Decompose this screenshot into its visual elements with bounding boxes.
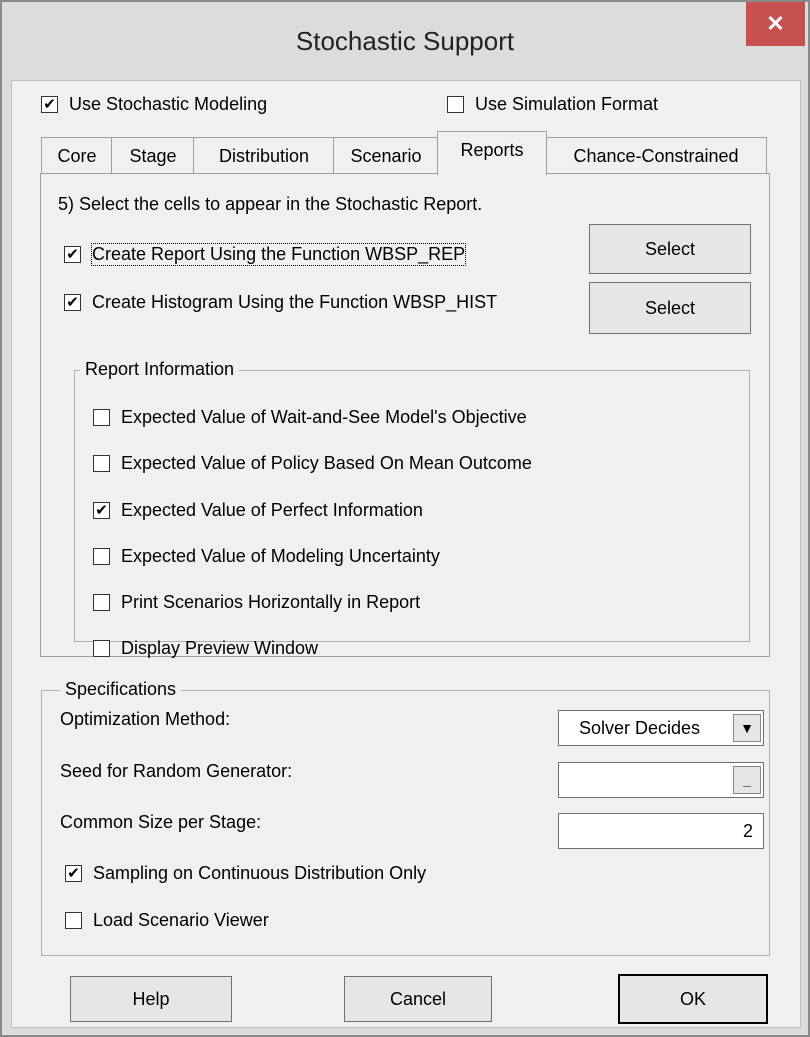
report-info-checkbox[interactable] <box>93 409 110 426</box>
report-info-label: Expected Value of Wait-and-See Model's O… <box>121 407 527 427</box>
use-simulation-option[interactable]: Use Simulation Format <box>447 94 747 118</box>
check-icon: ✔ <box>43 96 56 113</box>
reports-instruction: 5) Select the cells to appear in the Sto… <box>58 194 483 214</box>
close-button[interactable]: ✕ <box>746 2 805 46</box>
seed-input[interactable]: _ <box>558 762 764 798</box>
seed-label: Seed for Random Generator: <box>60 761 293 781</box>
use-stochastic-checkbox[interactable]: ✔ <box>41 96 58 113</box>
use-stochastic-label: Use Stochastic Modeling <box>69 94 268 114</box>
sampling-label: Sampling on Continuous Distribution Only <box>93 863 427 883</box>
sampling-checkbox[interactable]: ✔ <box>65 865 82 882</box>
ok-button[interactable]: OK <box>618 974 768 1024</box>
check-icon: ✔ <box>66 294 79 311</box>
help-button[interactable]: Help <box>70 976 232 1022</box>
optimization-method-value: Solver Decides <box>579 718 701 738</box>
chevron-down-icon[interactable]: ▼ <box>733 714 761 742</box>
specifications-legend: Specifications <box>60 679 182 700</box>
dialog-client-area: ✔ Use Stochastic Modeling Use Simulation… <box>11 80 801 1028</box>
common-size-label: Common Size per Stage: <box>60 812 262 832</box>
tab-core[interactable]: Core <box>41 137 113 174</box>
report-info-item[interactable]: Expected Value of Policy Based On Mean O… <box>93 453 713 477</box>
stochastic-support-dialog: Stochastic Support ✕ ✔ Use Stochastic Mo… <box>0 0 810 1037</box>
report-info-label: Expected Value of Policy Based On Mean O… <box>121 453 532 473</box>
report-info-checkbox[interactable] <box>93 594 110 611</box>
tab-reports[interactable]: Reports <box>437 131 547 175</box>
check-icon: ✔ <box>67 865 80 882</box>
load-viewer-option[interactable]: Load Scenario Viewer <box>65 910 565 934</box>
optimization-method-select[interactable]: Solver Decides ▼ <box>558 710 764 746</box>
close-icon: ✕ <box>766 11 785 36</box>
report-info-item[interactable]: Print Scenarios Horizontally in Report <box>93 592 713 616</box>
common-size-input[interactable]: 2 <box>558 813 764 849</box>
report-info-label: Print Scenarios Horizontally in Report <box>121 592 421 612</box>
report-info-label: Expected Value of Modeling Uncertainty <box>121 546 440 566</box>
report-info-item[interactable]: Expected Value of Wait-and-See Model's O… <box>93 407 713 431</box>
create-report-checkbox[interactable]: ✔ <box>64 246 81 263</box>
tab-distribution[interactable]: Distribution <box>193 137 335 174</box>
check-icon: ✔ <box>95 502 108 519</box>
common-size-value: 2 <box>742 821 753 841</box>
create-report-option[interactable]: ✔ Create Report Using the Function WBSP_… <box>64 243 524 268</box>
create-histogram-option[interactable]: ✔ Create Histogram Using the Function WB… <box>64 292 544 316</box>
sampling-option[interactable]: ✔ Sampling on Continuous Distribution On… <box>65 863 565 887</box>
report-information-group: Report Information Expected Value of Wai… <box>74 359 750 658</box>
reports-tab-panel: 5) Select the cells to appear in the Sto… <box>40 173 770 658</box>
report-info-checkbox[interactable] <box>93 548 110 565</box>
select-report-cells-button[interactable]: Select <box>589 224 751 274</box>
report-info-label: Display Preview Window <box>121 638 319 658</box>
use-simulation-label: Use Simulation Format <box>475 94 659 114</box>
tab-scenario[interactable]: Scenario <box>333 137 439 174</box>
title-bar[interactable]: Stochastic Support ✕ <box>2 2 808 80</box>
load-viewer-checkbox[interactable] <box>65 912 82 929</box>
use-simulation-checkbox[interactable] <box>447 96 464 113</box>
tab-stage[interactable]: Stage <box>111 137 195 174</box>
seed-browse-button[interactable]: _ <box>733 766 761 794</box>
tab-chance-constrained[interactable]: Chance-Constrained <box>545 137 767 174</box>
create-histogram-label: Create Histogram Using the Function WBSP… <box>92 292 498 312</box>
report-info-item[interactable]: Expected Value of Modeling Uncertainty <box>93 546 713 570</box>
report-info-label: Expected Value of Perfect Information <box>121 500 423 520</box>
create-histogram-checkbox[interactable]: ✔ <box>64 294 81 311</box>
report-info-item[interactable]: ✔ Expected Value of Perfect Information <box>93 500 713 524</box>
create-report-label: Create Report Using the Function WBSP_RE… <box>90 243 467 266</box>
report-info-checkbox[interactable] <box>93 455 110 472</box>
check-icon: ✔ <box>66 246 79 263</box>
cancel-button[interactable]: Cancel <box>344 976 492 1022</box>
use-stochastic-option[interactable]: ✔ Use Stochastic Modeling <box>41 94 341 118</box>
report-info-checkbox[interactable]: ✔ <box>93 502 110 519</box>
optimization-method-label: Optimization Method: <box>60 709 231 729</box>
window-title: Stochastic Support <box>295 26 515 56</box>
report-information-legend: Report Information <box>80 359 240 380</box>
load-viewer-label: Load Scenario Viewer <box>93 910 269 930</box>
select-histogram-cells-button[interactable]: Select <box>589 282 751 334</box>
report-info-item[interactable]: Display Preview Window <box>93 638 713 662</box>
report-info-checkbox[interactable] <box>93 640 110 657</box>
specifications-group: Specifications Optimization Method: Solv… <box>41 679 770 956</box>
